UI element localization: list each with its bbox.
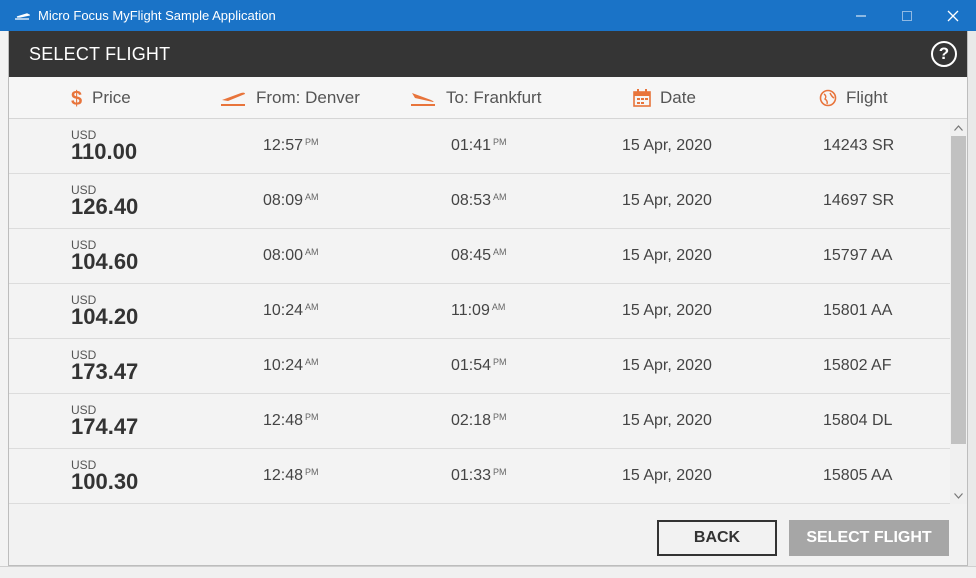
flight-date: 15 Apr, 2020	[622, 247, 712, 264]
chevron-down-icon	[954, 492, 963, 499]
dollar-icon: $	[71, 88, 83, 108]
flight-row[interactable]: USD 173.47 10:24 AM 01:54 PM 15 Apr, 2020 …	[9, 339, 951, 394]
globe-icon	[819, 89, 837, 107]
column-from-label: From: Denver	[256, 88, 360, 107]
flight-number: 14697 SR	[823, 192, 895, 209]
background-window	[0, 31, 8, 578]
column-headers: $ Price From: Denver To: Frankfurt Date	[9, 77, 967, 119]
minimize-icon	[856, 15, 866, 16]
flight-row[interactable]: USD 104.60 08:00 AM 08:45 AM 15 Apr, 2020 …	[9, 229, 951, 284]
calendar-icon	[633, 89, 651, 107]
svg-text:$: $	[71, 88, 82, 108]
chevron-up-icon	[954, 124, 963, 131]
column-date[interactable]: Date	[633, 77, 696, 119]
select-flight-button[interactable]: SELECT FLIGHT	[789, 520, 949, 556]
column-to[interactable]: To: Frankfurt	[409, 77, 541, 119]
flight-date: 15 Apr, 2020	[622, 357, 712, 374]
flight-number: 15797 AA	[823, 247, 893, 264]
departure-time: 08:00 AM	[263, 247, 319, 264]
column-date-label: Date	[660, 88, 696, 107]
close-button[interactable]	[930, 0, 976, 31]
scroll-up-button[interactable]	[950, 119, 967, 136]
flight-list: USD 110.00 12:57 PM 01:41 PM 15 Apr, 2020 …	[9, 119, 967, 504]
flight-date: 15 Apr, 2020	[622, 302, 712, 319]
price-value: 110.00	[71, 139, 138, 164]
arrival-time: 11:09 AM	[451, 302, 506, 319]
scroll-down-button[interactable]	[950, 487, 967, 504]
flight-row[interactable]: USD 100.30 12:48 PM 01:33 PM 15 Apr, 2020 …	[9, 449, 951, 504]
departure-time: 12:48 PM	[263, 467, 319, 484]
arrival-time: 08:45 AM	[451, 247, 507, 264]
background-taskbar	[0, 566, 976, 578]
column-from[interactable]: From: Denver	[219, 77, 360, 119]
dialog-header: SELECT FLIGHT ?	[9, 31, 967, 77]
takeoff-icon	[219, 89, 247, 107]
flight-row[interactable]: USD 174.47 12:48 PM 02:18 PM 15 Apr, 2020 …	[9, 394, 951, 449]
flight-row[interactable]: USD 126.40 08:09 AM 08:53 AM 15 Apr, 2020 …	[9, 174, 951, 229]
flight-number: 14243 SR	[823, 137, 895, 154]
list-scrollbar[interactable]	[950, 119, 967, 504]
arrival-time: 08:53 AM	[451, 192, 507, 209]
dialog-footer: BACK SELECT FLIGHT	[9, 504, 969, 566]
price-value: 173.47	[71, 359, 139, 384]
dialog-title: SELECT FLIGHT	[29, 43, 171, 64]
flight-number: 15805 AA	[823, 467, 893, 484]
column-flight[interactable]: Flight	[819, 77, 888, 119]
arrival-time: 02:18 PM	[451, 412, 507, 429]
minimize-button[interactable]	[838, 0, 884, 31]
maximize-icon	[902, 10, 912, 21]
landing-icon	[409, 89, 437, 107]
price-value: 104.20	[71, 304, 139, 329]
flight-number: 15804 DL	[823, 412, 893, 429]
help-button[interactable]: ?	[931, 41, 957, 67]
flight-date: 15 Apr, 2020	[622, 412, 712, 429]
column-price-label: Price	[92, 88, 131, 107]
close-icon	[947, 10, 959, 21]
departure-time: 12:48 PM	[263, 412, 319, 429]
flight-row[interactable]: USD 104.20 10:24 AM 11:09 AM 15 Apr, 2020 …	[9, 284, 951, 339]
arrival-time: 01:54 PM	[451, 357, 507, 374]
column-to-label: To: Frankfurt	[446, 88, 542, 107]
departure-time: 12:57 PM	[263, 137, 319, 154]
flight-date: 15 Apr, 2020	[622, 192, 712, 209]
airplane-icon	[15, 12, 30, 20]
arrival-time: 01:41 PM	[451, 137, 507, 154]
select-flight-dialog: SELECT FLIGHT ? $ Price From: Denver To:…	[8, 31, 968, 566]
price-value: 174.47	[71, 414, 139, 439]
departure-time: 08:09 AM	[263, 192, 319, 209]
flight-number: 15802 AF	[823, 357, 892, 374]
departure-time: 10:24 AM	[263, 357, 319, 374]
departure-time: 10:24 AM	[263, 302, 319, 319]
column-flight-label: Flight	[846, 88, 888, 107]
scrollbar-thumb[interactable]	[951, 136, 966, 444]
flight-date: 15 Apr, 2020	[622, 137, 712, 154]
flight-date: 15 Apr, 2020	[622, 467, 712, 484]
column-price[interactable]: $ Price	[71, 77, 131, 119]
flight-row[interactable]: USD 110.00 12:57 PM 01:41 PM 15 Apr, 2020 …	[9, 119, 951, 174]
back-button[interactable]: BACK	[657, 520, 777, 556]
price-value: 100.30	[71, 469, 139, 494]
maximize-button[interactable]	[884, 0, 930, 31]
arrival-time: 01:33 PM	[451, 467, 507, 484]
window-titlebar: Micro Focus MyFlight Sample Application	[0, 0, 976, 31]
price-value: 126.40	[71, 194, 139, 219]
flight-number: 15801 AA	[823, 302, 893, 319]
window-title: Micro Focus MyFlight Sample Application	[38, 8, 276, 23]
price-value: 104.60	[71, 249, 139, 274]
